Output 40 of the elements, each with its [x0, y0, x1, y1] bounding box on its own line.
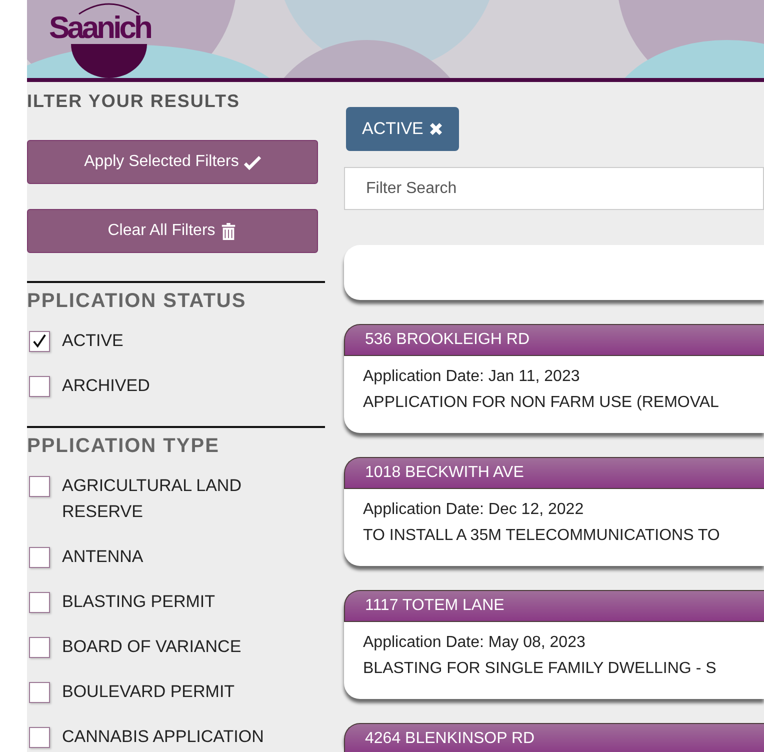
result-card[interactable]: 536 BROOKLEIGH RD Application Date: Jan 11, 2023 APPLICATION FOR NON FARM USE (REMOVAL — [344, 324, 764, 433]
checkbox-label[interactable]: ARCHIVED — [62, 373, 150, 399]
address-heading[interactable]: 1018 BECKWITH AVE — [344, 457, 764, 489]
address-heading[interactable]: 1117 TOTEM LANE — [344, 590, 764, 622]
application-date: Application Date: Dec 12, 2022 — [363, 500, 585, 520]
checkbox[interactable] — [29, 331, 50, 352]
group-heading: PPLICATION STATUS — [27, 290, 248, 314]
checkbox[interactable] — [29, 592, 50, 613]
application-description: TO INSTALL A 35M TELECOMMUNICATIONS TO — [363, 526, 721, 546]
logo-text[interactable]: Saanich — [49, 12, 150, 43]
filter-heading: ILTER YOUR RESULTS — [27, 91, 242, 113]
application-date: Application Date: May 08, 2023 — [363, 633, 586, 653]
close-icon — [429, 122, 444, 136]
checkbox-label[interactable]: BOULEVARD PERMIT — [62, 679, 235, 705]
checkbox-label[interactable]: BLASTING PERMIT — [62, 589, 216, 615]
search-field[interactable]: Filter Search — [344, 167, 764, 210]
checkbox-label[interactable]: AGRICULTURAL LAND RESERVE — [62, 473, 282, 525]
checkbox[interactable] — [29, 637, 50, 658]
active-filter-tag[interactable]: ACTIVE — [346, 107, 460, 151]
address-heading[interactable]: 4264 BLENKINSOP RD — [344, 723, 764, 752]
result-card[interactable]: 1117 TOTEM LANE Application Date: May 08, 2023 BLASTING FOR SINGLE FAMILY DWELLING - S — [344, 590, 764, 699]
checkbox-label[interactable]: CANNABIS APPLICATION — [62, 724, 264, 750]
checkbox[interactable] — [29, 476, 50, 497]
checkmark-icon — [244, 154, 261, 170]
checkbox-label[interactable]: ACTIVE — [62, 328, 124, 354]
clear-filters-button[interactable]: Clear All Filters — [27, 209, 318, 253]
application-description: BLASTING FOR SINGLE FAMILY DWELLING - S — [363, 659, 718, 679]
checkbox-label[interactable]: ANTENNA — [62, 544, 144, 570]
checkbox-label[interactable]: BOARD OF VARIANCE — [62, 634, 242, 660]
group-heading: PPLICATION TYPE — [27, 435, 220, 459]
checkbox[interactable] — [29, 547, 50, 568]
address-heading[interactable]: 536 BROOKLEIGH RD — [344, 324, 764, 356]
result-card[interactable]: 1018 BECKWITH AVE Application Date: Dec 12, 2022 TO INSTALL A 35M TELECOMMUNICATIONS TO — [344, 457, 764, 566]
trash-icon — [220, 222, 238, 240]
apply-filters-button[interactable]: Apply Selected Filters — [27, 140, 318, 184]
application-date: Application Date: Jan 11, 2023 — [363, 367, 581, 387]
checkbox[interactable] — [29, 682, 50, 703]
checkbox[interactable] — [29, 727, 50, 748]
checkbox[interactable] — [29, 376, 50, 397]
application-description: APPLICATION FOR NON FARM USE (REMOVAL — [363, 393, 720, 413]
